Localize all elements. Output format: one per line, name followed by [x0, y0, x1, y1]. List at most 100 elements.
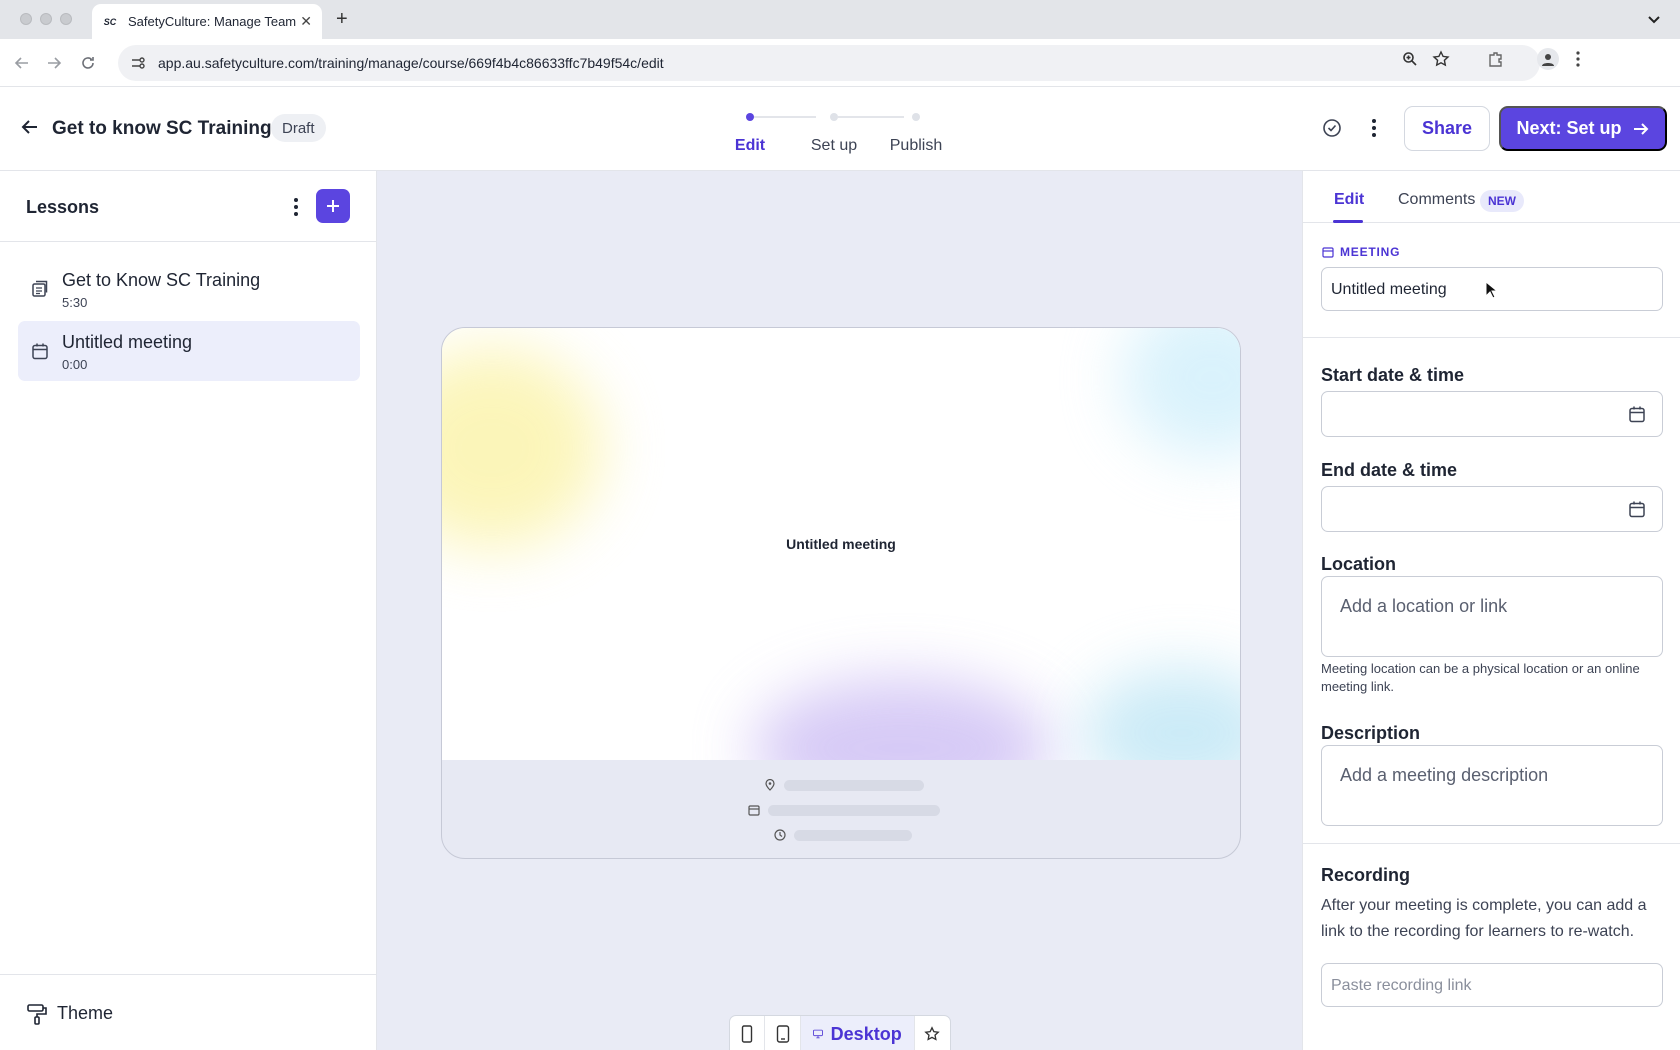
- back-arrow-icon[interactable]: [20, 117, 42, 139]
- favorite-button[interactable]: [915, 1016, 950, 1050]
- next-setup-label: Next: Set up: [1516, 118, 1622, 138]
- mouse-cursor-icon: [1485, 281, 1497, 299]
- tab-list-chevron-icon[interactable]: [1642, 8, 1666, 32]
- start-date-label: Start date & time: [1321, 365, 1465, 385]
- lesson-duration: 5:30: [62, 295, 88, 310]
- address-bar[interactable]: app.au.safetyculture.com/training/manage…: [118, 45, 1540, 81]
- divider: [1303, 337, 1680, 338]
- step-publish[interactable]: Publish: [890, 137, 942, 155]
- location-placeholder: Add a location or link: [1340, 596, 1508, 616]
- device-preview-switcher: Desktop: [729, 1015, 951, 1050]
- meeting-label: MEETING: [1340, 245, 1401, 259]
- check-circle-icon[interactable]: [1320, 116, 1344, 140]
- meeting-preview-card[interactable]: Untitled meeting: [441, 327, 1241, 859]
- theme-label: Theme: [57, 1003, 114, 1023]
- description-placeholder: Add a meeting description: [1340, 765, 1549, 785]
- back-nav-icon[interactable]: [10, 51, 34, 75]
- step-dot-publish: [912, 113, 920, 121]
- step-connector: [838, 116, 904, 118]
- browser-menu-icon[interactable]: [1568, 49, 1588, 69]
- calendar-picker-icon[interactable]: [1628, 405, 1646, 423]
- tab-close-icon[interactable]: ✕: [300, 13, 312, 30]
- zoom-icon[interactable]: [1400, 49, 1420, 69]
- extensions-icon[interactable]: [1486, 49, 1506, 69]
- time-row: [774, 829, 912, 841]
- desktop-preview-button[interactable]: Desktop: [800, 1016, 915, 1050]
- step-dot-edit: [746, 113, 754, 121]
- location-pin-icon: [765, 779, 775, 791]
- location-row: [764, 779, 924, 791]
- card-title: Untitled meeting: [786, 536, 896, 552]
- lessons-more-icon[interactable]: [284, 195, 308, 219]
- star-icon: [924, 1026, 941, 1041]
- active-tab-indicator: [1333, 220, 1363, 223]
- plus-icon: [327, 200, 339, 212]
- course-title: Get to know SC Training: [52, 118, 272, 139]
- step-connector: [754, 116, 816, 118]
- window-zoom-dot[interactable]: [60, 13, 72, 25]
- browser-toolbar: app.au.safetyculture.com/training/manage…: [0, 39, 1680, 87]
- divider: [1303, 843, 1680, 844]
- sidebar-header: Lessons: [0, 171, 376, 242]
- calendar-small-icon: [748, 805, 760, 816]
- lesson-item[interactable]: Untitled meeting 0:00: [18, 321, 360, 381]
- reload-icon[interactable]: [76, 51, 100, 75]
- location-input[interactable]: Add a location or link: [1321, 576, 1663, 657]
- panel-tabs: Edit Comments NEW: [1303, 171, 1680, 223]
- browser-tab[interactable]: SC SafetyCulture: Manage Teams ✕: [92, 4, 322, 39]
- calendar-icon: [31, 342, 49, 360]
- window-minimize-dot[interactable]: [40, 13, 52, 25]
- desktop-label: Desktop: [830, 1023, 902, 1044]
- tab-title: SafetyCulture: Manage Teams: [128, 14, 296, 29]
- location-placeholder-bar: [784, 779, 924, 791]
- start-date-field[interactable]: [1321, 391, 1663, 437]
- progress-stepper: Edit Set up Publish: [735, 109, 956, 159]
- site-info-icon[interactable]: [130, 55, 146, 71]
- recording-link-input[interactable]: Paste recording link: [1321, 963, 1663, 1007]
- more-options-icon[interactable]: [1362, 116, 1386, 140]
- end-date-field[interactable]: [1321, 486, 1663, 532]
- status-badge: Draft: [271, 114, 326, 142]
- lesson-duration: 0:00: [62, 357, 88, 372]
- calendar-picker-icon[interactable]: [1628, 500, 1646, 518]
- meeting-title-input[interactable]: Untitled meeting: [1321, 267, 1663, 311]
- meeting-title-value: Untitled meeting: [1331, 281, 1447, 298]
- meeting-section-label: MEETING: [1322, 245, 1400, 259]
- step-setup[interactable]: Set up: [811, 137, 857, 155]
- share-button[interactable]: Share: [1404, 106, 1490, 151]
- step-edit[interactable]: Edit: [735, 137, 765, 155]
- mobile-preview-button[interactable]: [730, 1016, 766, 1050]
- forward-nav-icon[interactable]: [42, 51, 66, 75]
- lesson-name: Get to Know SC Training: [62, 270, 261, 290]
- tab-edit[interactable]: Edit: [1334, 191, 1364, 209]
- profile-avatar-icon[interactable]: [1537, 48, 1559, 70]
- description-input[interactable]: Add a meeting description: [1321, 745, 1663, 826]
- window-close-dot[interactable]: [20, 13, 32, 25]
- new-tab-icon[interactable]: +: [336, 8, 348, 31]
- tablet-preview-button[interactable]: [765, 1016, 801, 1050]
- clock-icon: [774, 829, 786, 841]
- end-date-label: End date & time: [1321, 460, 1458, 480]
- url-text: app.au.safetyculture.com/training/manage…: [158, 55, 664, 71]
- new-badge: NEW: [1480, 190, 1524, 212]
- preview-canvas: Untitled meeting: [377, 171, 1302, 1050]
- tab-comments[interactable]: Comments: [1398, 191, 1475, 209]
- browser-tab-strip: SC SafetyCulture: Manage Teams ✕ +: [0, 0, 1680, 39]
- calendar-small-icon: [1322, 247, 1334, 258]
- recording-placeholder: Paste recording link: [1331, 977, 1472, 994]
- properties-panel: Edit Comments NEW MEETING Untitled meeti…: [1302, 171, 1680, 1050]
- card-hero: Untitled meeting: [442, 328, 1240, 760]
- tablet-icon: [776, 1025, 789, 1043]
- theme-button[interactable]: Theme: [0, 974, 376, 1050]
- add-lesson-button[interactable]: [316, 189, 350, 223]
- date-placeholder-bar: [768, 804, 940, 816]
- lesson-item[interactable]: Get to Know SC Training 5:30: [18, 259, 360, 319]
- step-dot-setup: [830, 113, 838, 121]
- time-placeholder-bar: [794, 829, 912, 841]
- next-setup-button[interactable]: Next: Set up: [1499, 106, 1667, 151]
- bookmark-star-icon[interactable]: [1431, 49, 1451, 69]
- recording-label: Recording: [1321, 865, 1411, 885]
- lesson-name: Untitled meeting: [62, 332, 193, 352]
- app-header: Get to know SC Training Draft Edit Set u…: [0, 87, 1680, 171]
- location-helper-text: Meeting location can be a physical locat…: [1321, 661, 1640, 694]
